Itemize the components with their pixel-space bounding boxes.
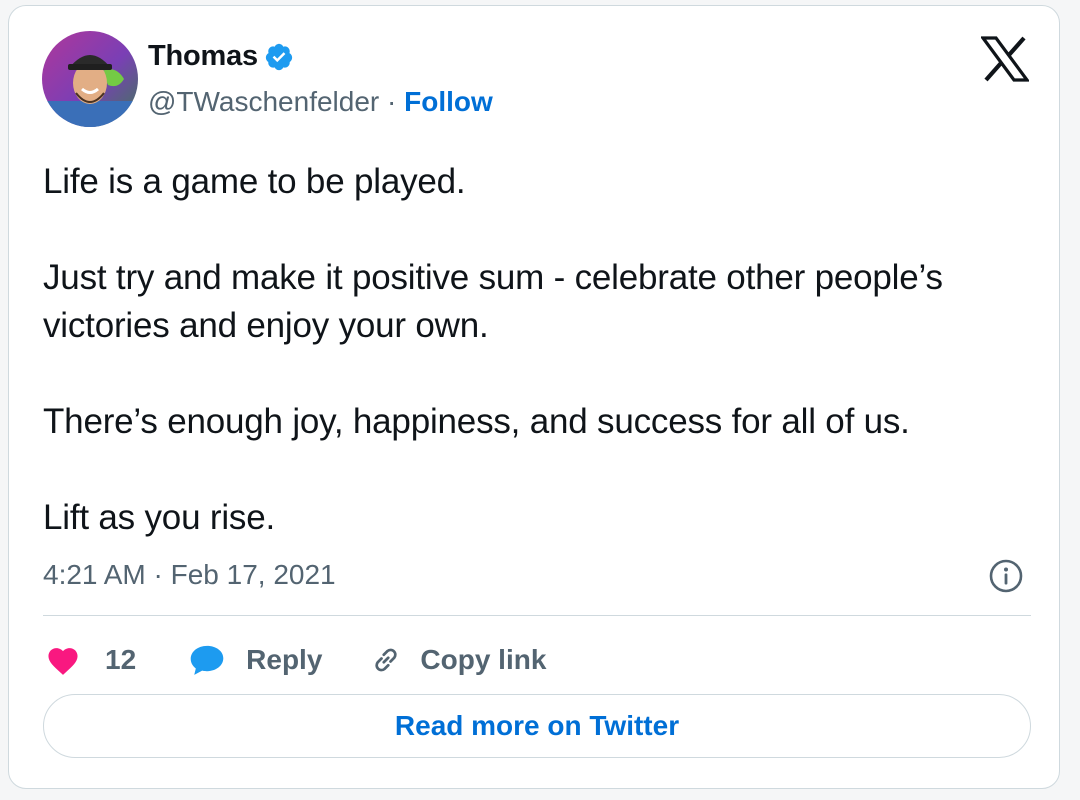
- x-logo-icon[interactable]: [981, 36, 1029, 82]
- like-button[interactable]: 12: [45, 644, 136, 676]
- tweet-paragraph: Just try and make it positive sum - cele…: [43, 258, 943, 345]
- avatar-image: [42, 31, 138, 127]
- divider: [43, 615, 1031, 616]
- action-bar: 12 Reply Copy link: [45, 638, 546, 682]
- author-handle-row: @TWaschenfelder · Follow: [148, 86, 493, 118]
- tweet-text: Life is a game to be played. Just try an…: [43, 158, 1043, 542]
- reply-label: Reply: [246, 644, 323, 675]
- author-name[interactable]: Thomas: [148, 40, 258, 73]
- handle-separator: ·: [379, 86, 405, 117]
- link-icon: [375, 648, 398, 672]
- author-name-row: Thomas: [148, 40, 294, 73]
- like-count: 12: [105, 644, 137, 675]
- read-more-button[interactable]: Read more on Twitter: [43, 694, 1031, 758]
- verified-badge-icon: [265, 43, 293, 70]
- heart-icon: [48, 648, 78, 675]
- copy-link-button[interactable]: Copy link: [368, 642, 546, 678]
- tweet-paragraph: There’s enough joy, happiness, and succe…: [43, 402, 910, 441]
- info-icon[interactable]: [987, 557, 1025, 595]
- tweet-card: Thomas @TWaschenfelder · Follow Life is …: [8, 5, 1060, 789]
- tweet-paragraph: Lift as you rise.: [43, 498, 275, 537]
- avatar[interactable]: [42, 31, 138, 127]
- tweet-timestamp[interactable]: 4:21 AM · Feb 17, 2021: [43, 559, 336, 591]
- author-handle[interactable]: @TWaschenfelder: [148, 86, 379, 117]
- copy-link-label: Copy link: [420, 644, 547, 675]
- follow-button[interactable]: Follow: [404, 86, 493, 117]
- tweet-paragraph: Life is a game to be played.: [43, 162, 466, 201]
- reply-button[interactable]: Reply: [188, 643, 322, 677]
- reply-bubble-icon: [190, 645, 224, 675]
